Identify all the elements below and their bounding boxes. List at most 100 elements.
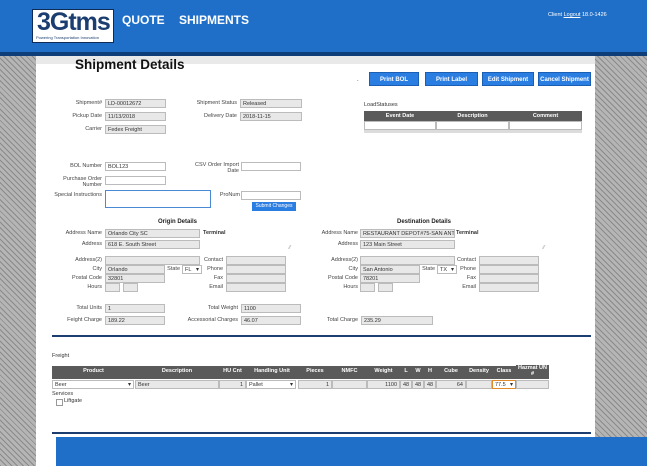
destination-title: Destination Details	[397, 219, 452, 225]
freight-charge-field: 189.22	[105, 316, 165, 325]
po-number-label: Purchase Order Number	[63, 176, 102, 188]
edit-shipment-button[interactable]: Edit Shipment	[482, 72, 534, 86]
origin-city-field: Orlando	[105, 265, 165, 274]
dest-contact-field	[479, 256, 539, 265]
load-status-cell	[364, 121, 436, 130]
col-l: L	[400, 366, 412, 376]
dest-hours-label: Hours	[343, 284, 358, 290]
po-number-input[interactable]	[105, 176, 166, 185]
description-field: Beer	[135, 380, 219, 389]
resize-grip-icon[interactable]: ⁄⁄	[289, 245, 293, 251]
handling-unit-select[interactable]: Pallet	[246, 380, 296, 389]
total-charge-field: 235.29	[361, 316, 433, 325]
product-select[interactable]: Beer	[52, 380, 134, 389]
accessorial-field: 46.07	[241, 316, 301, 325]
col-h: H	[424, 366, 436, 376]
cube-field: 64	[436, 380, 466, 389]
dest-email-label: Email	[462, 284, 476, 290]
col-pieces: Pieces	[298, 366, 332, 376]
cancel-shipment-button[interactable]: Cancel Shipment	[538, 72, 591, 86]
dest-city-field: San Antonio	[360, 265, 420, 274]
logo[interactable]: 3Gtms Powering Transportation Innovation	[32, 8, 114, 43]
client-info: Client Logout 18.0-1426	[548, 12, 607, 18]
origin-contact-label: Contact	[204, 257, 223, 263]
delivery-date-field: 2018-11-15	[240, 112, 302, 121]
col-description: Description	[436, 111, 509, 121]
origin-contact-field	[226, 256, 286, 265]
origin-phone-label: Phone	[207, 266, 223, 272]
pickup-date-label: Pickup Date	[72, 113, 102, 119]
origin-fax-label: Fax	[213, 275, 223, 281]
special-instructions-textarea[interactable]	[105, 190, 211, 208]
origin-hours-close-field	[123, 283, 138, 292]
print-bol-button[interactable]: Print BOL	[369, 72, 419, 86]
bol-number-input[interactable]: BOL123	[105, 162, 166, 171]
origin-fax-field	[226, 274, 286, 283]
col-cube: Cube	[436, 366, 466, 376]
length-field: 48	[400, 380, 412, 389]
col-event-date: Event Date	[364, 111, 436, 121]
origin-hours-open-field	[105, 283, 120, 292]
hu-cnt-field: 1	[219, 380, 246, 389]
col-product: Product	[52, 366, 135, 376]
origin-phone-field	[226, 265, 286, 274]
section-divider	[52, 432, 591, 434]
origin-terminal-label: Terminal	[203, 230, 226, 236]
csv-import-date-label: CSV Order Import Date	[194, 162, 239, 174]
total-weight-label: Total Weight	[207, 305, 238, 311]
nav-shipments[interactable]: SHIPMENTS	[179, 13, 249, 27]
logo-tagline: Powering Transportation Innovation	[36, 35, 99, 40]
delivery-date-label: Delivery Date	[203, 113, 237, 119]
carrier-field: Fedex Freight	[105, 125, 166, 134]
origin-address2-label: Address(2)	[75, 257, 102, 263]
dest-terminal-label: Terminal	[456, 230, 479, 236]
bottom-bar	[56, 437, 647, 466]
dest-email-field	[479, 283, 539, 292]
nmfc-field	[332, 380, 367, 389]
origin-email-field	[226, 283, 286, 292]
pronum-input[interactable]	[241, 191, 301, 200]
col-handling-unit: Handling Unit	[246, 366, 298, 376]
col-hu-cnt: HU Cnt	[219, 366, 246, 376]
origin-address-label: Address	[81, 241, 102, 247]
density-field	[466, 380, 492, 389]
origin-state-label: State	[167, 266, 180, 272]
col-nmfc: NMFC	[332, 366, 367, 376]
csv-import-date-input[interactable]	[241, 162, 301, 171]
col-description: Description	[135, 366, 219, 376]
pronum-label: ProNum	[219, 192, 240, 198]
origin-address2-field	[105, 256, 200, 265]
total-weight-field: 1100	[241, 304, 301, 313]
origin-address-name-label: Address Name	[65, 230, 102, 236]
dest-address2-label: Address(2)	[331, 257, 358, 263]
dest-phone-field	[479, 265, 539, 274]
print-label-button[interactable]: Print Label	[425, 72, 478, 86]
dest-postal-field: 78201	[360, 274, 420, 283]
origin-email-label: Email	[209, 284, 223, 290]
dest-address-name-field: RESTAURANT DEPOT#75-SAN ANTONIO	[360, 229, 455, 238]
resize-grip-icon[interactable]: ⁄⁄	[543, 245, 547, 251]
dest-hours-close-field	[378, 283, 393, 292]
liftgate-label: Liftgate	[64, 398, 83, 404]
dest-phone-label: Phone	[460, 266, 476, 272]
submit-changes-button[interactable]: Submit Changes	[252, 202, 296, 211]
col-weight: Weight	[367, 366, 400, 376]
col-w: W	[412, 366, 424, 376]
dest-fax-field	[479, 274, 539, 283]
dest-fax-label: Fax	[466, 275, 476, 281]
nav-quote[interactable]: QUOTE	[122, 13, 165, 27]
liftgate-checkbox[interactable]	[56, 399, 63, 406]
col-comment: Comment	[509, 111, 582, 121]
page-title: Shipment Details	[75, 57, 185, 72]
freight-title: Freight	[52, 353, 70, 359]
logout-link[interactable]: Logout	[564, 12, 581, 18]
load-statuses-scrollbar[interactable]	[364, 130, 582, 133]
freight-charge-label: Feight Charge	[67, 317, 102, 323]
dest-state-label: State	[422, 266, 435, 272]
load-status-cell	[509, 121, 582, 130]
origin-city-label: City	[92, 266, 102, 272]
section-divider	[52, 335, 591, 337]
dest-city-label: City	[348, 266, 358, 272]
dest-contact-label: Contact	[457, 257, 476, 263]
class-select[interactable]: 77.5	[492, 380, 516, 389]
